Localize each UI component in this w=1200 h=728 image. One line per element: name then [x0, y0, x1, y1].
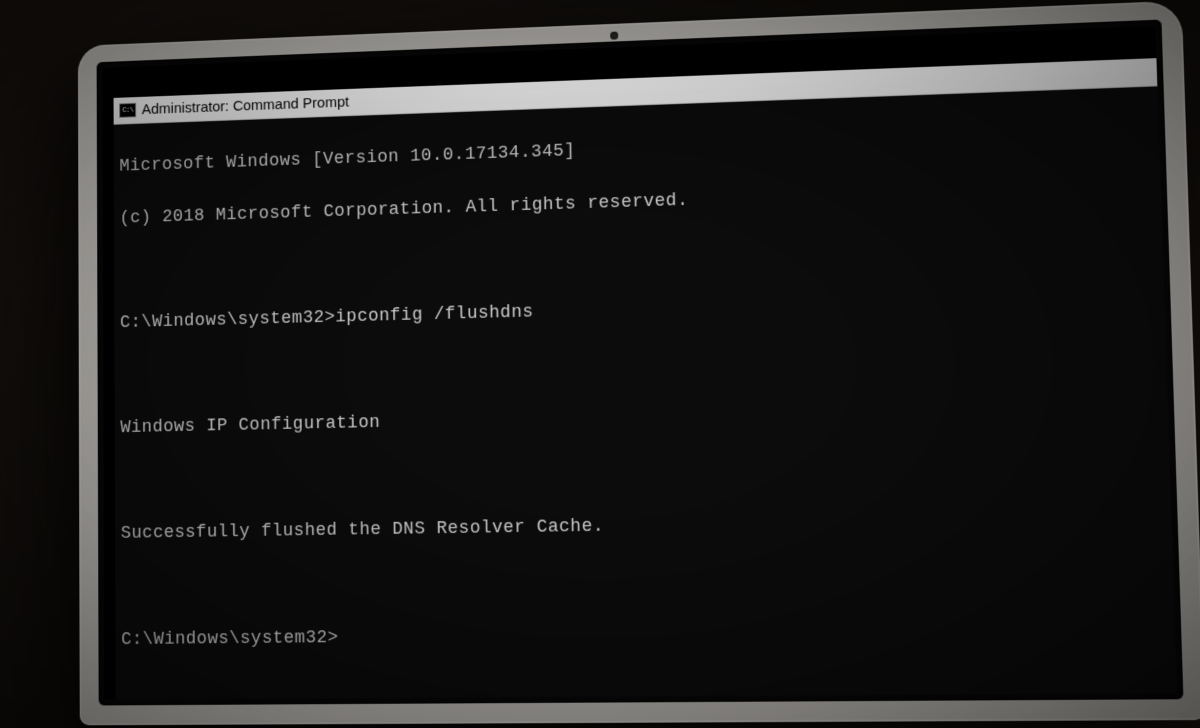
output-result: Successfully flushed the DNS Resolver Ca…: [121, 505, 1166, 548]
output-header: Windows IP Configuration: [120, 394, 1161, 442]
command-text: ipconfig /flushdns: [335, 303, 533, 328]
command-prompt-window: C:\ Administrator: Command Prompt Micros…: [114, 58, 1177, 699]
laptop-screen: C:\ Administrator: Command Prompt Micros…: [102, 26, 1177, 700]
laptop-frame: C:\ Administrator: Command Prompt Micros…: [78, 1, 1200, 726]
version-line: Microsoft Windows [Version 10.0.17134.34…: [119, 118, 1153, 180]
blank-line: [121, 449, 1164, 495]
blank-line: [121, 561, 1167, 601]
prompt-text: C:\Windows\system32>: [120, 308, 335, 333]
blank-line: [120, 338, 1160, 389]
screen-bezel: C:\ Administrator: Command Prompt Micros…: [97, 20, 1184, 706]
cmd-icon: C:\: [119, 103, 136, 118]
webcam-icon: [610, 32, 618, 40]
command-line-1: C:\Windows\system32>ipconfig /flushdns: [120, 283, 1158, 337]
prompt-line-2: C:\Windows\system32>: [121, 617, 1169, 654]
blank-line: [120, 228, 1157, 285]
window-title: Administrator: Command Prompt: [142, 94, 349, 118]
terminal-output-area[interactable]: Microsoft Windows [Version 10.0.17134.34…: [114, 86, 1177, 699]
copyright-line: (c) 2018 Microsoft Corporation. All righ…: [120, 173, 1155, 233]
